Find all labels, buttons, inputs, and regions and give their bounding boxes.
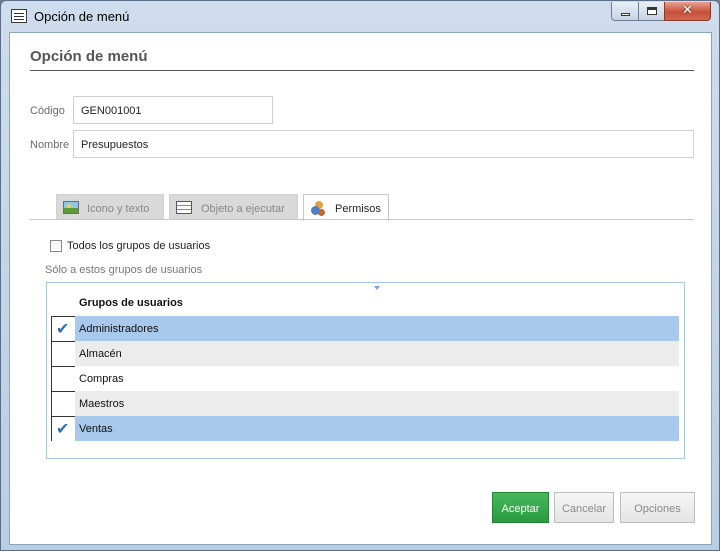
all-groups-checkbox[interactable]: [50, 240, 62, 252]
group-name: Compras: [79, 373, 124, 385]
only-groups-label: Sólo a estos grupos de usuarios: [45, 264, 203, 276]
page-title: Opción de menú: [30, 48, 148, 65]
group-name: Almacén: [79, 348, 122, 360]
table-row[interactable]: Compras: [75, 366, 679, 391]
minimize-button[interactable]: [611, 2, 639, 21]
table-row[interactable]: Almacén: [75, 341, 679, 366]
title-bar[interactable]: Opción de menú ✕: [1, 1, 719, 31]
table-icon: [176, 201, 192, 214]
group-name: Maestros: [79, 398, 125, 410]
codigo-field[interactable]: GEN001001: [73, 96, 273, 124]
dialog-content: Opción de menú Código GEN001001 Nombre P…: [9, 32, 712, 545]
nombre-label: Nombre: [30, 139, 70, 151]
row-check-cell[interactable]: [51, 341, 75, 366]
checkmark-icon: ✔: [56, 419, 70, 438]
options-button[interactable]: Opciones: [620, 492, 695, 523]
maximize-icon: [647, 7, 657, 15]
table-row[interactable]: Maestros: [75, 391, 679, 416]
tab-label: Icono y texto: [87, 203, 150, 215]
close-icon: ✕: [682, 3, 693, 18]
checkmark-icon: ✔: [56, 319, 70, 338]
app-form-icon: [11, 9, 27, 23]
tab-label: Objeto a ejecutar: [201, 203, 285, 215]
title-divider: [30, 70, 694, 71]
tab-icono-y-texto[interactable]: Icono y texto: [56, 194, 164, 220]
row-check-cell[interactable]: [51, 391, 75, 416]
nombre-field[interactable]: Presupuestos: [73, 130, 694, 158]
user-groups-grid[interactable]: Grupos de usuarios ✔ Administradores Alm…: [46, 282, 685, 459]
users-icon: [310, 201, 326, 215]
minimize-icon: [621, 13, 630, 16]
all-groups-label[interactable]: Todos los grupos de usuarios: [67, 240, 210, 252]
cancel-button[interactable]: Cancelar: [554, 492, 614, 523]
column-header-grupos[interactable]: Grupos de usuarios: [79, 297, 183, 309]
codigo-label: Código: [30, 105, 65, 117]
table-row[interactable]: Administradores: [75, 316, 679, 341]
table-row[interactable]: Ventas: [75, 416, 679, 441]
tab-objeto-a-ejecutar[interactable]: Objeto a ejecutar: [169, 194, 298, 220]
window-title: Opción de menú: [34, 9, 130, 24]
row-check-cell[interactable]: ✔: [51, 416, 75, 441]
group-name: Ventas: [79, 423, 113, 435]
maximize-button[interactable]: [638, 2, 665, 21]
tab-divider: [30, 219, 694, 220]
tab-permisos[interactable]: Permisos: [303, 194, 389, 221]
dialog-window: Opción de menú ✕ Opción de menú Código G…: [0, 0, 720, 551]
accept-button[interactable]: Aceptar: [492, 492, 549, 523]
row-check-cell[interactable]: [51, 366, 75, 391]
group-name: Administradores: [79, 323, 159, 335]
close-button[interactable]: ✕: [664, 2, 711, 21]
row-check-cell[interactable]: ✔: [51, 316, 75, 341]
tab-label: Permisos: [335, 203, 381, 215]
sort-indicator-icon: [374, 286, 380, 290]
image-icon: [63, 201, 79, 214]
